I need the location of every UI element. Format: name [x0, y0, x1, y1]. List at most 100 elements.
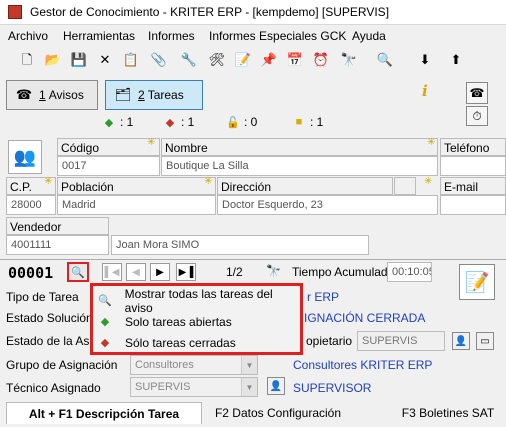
codigo-field[interactable]: 0017 — [57, 156, 160, 176]
tasks-icon: 🗂 — [114, 87, 132, 102]
nombre-field[interactable]: Boutique La Silla — [161, 156, 438, 176]
menu-item-show-all[interactable]: 🔍 Mostrar todas las tareas del aviso — [93, 287, 300, 315]
vendedor-label: Vendedor — [6, 217, 109, 235]
vendedor-name-field[interactable]: Joan Mora SIMO — [111, 235, 369, 255]
email-field[interactable] — [440, 195, 506, 215]
required-icon: ✳ — [424, 176, 433, 187]
menu-informes-especiales[interactable]: Informes Especiales GCK — [209, 29, 346, 43]
tipo-value: r ERP — [307, 290, 340, 304]
tab-avisos-number: 1 — [39, 88, 46, 102]
required-icon: ✳ — [147, 137, 156, 148]
grupo-label: Grupo de Asignación — [6, 358, 118, 372]
menu-item-closed-only[interactable]: ◆ Sólo tareas cerradas — [93, 332, 300, 353]
search-icon: 🔍 — [97, 295, 112, 307]
report-icon[interactable]: 📝 — [459, 264, 495, 300]
delete-icon[interactable]: ✕ — [96, 50, 114, 68]
lock-icon: 🔓 — [226, 116, 240, 129]
counter-open: ◆ : 1 — [102, 115, 134, 129]
menu-item-label: Sólo tareas cerradas — [125, 335, 236, 350]
next-record-button[interactable]: ▶ — [150, 263, 170, 281]
tiempo-field[interactable]: 00:10:05 — [387, 262, 432, 282]
menu-item-label: Mostrar todas las tareas del aviso — [124, 286, 273, 315]
search-icon[interactable]: 🔍 — [376, 50, 394, 68]
propietario-label: opietario — [306, 334, 353, 348]
grupo-select[interactable]: Consultores ▼ — [130, 355, 258, 375]
telefono-field[interactable] — [440, 156, 506, 176]
required-icon: ✳ — [204, 176, 213, 187]
phone-icon[interactable]: ☎ — [466, 82, 488, 104]
tab-descripcion[interactable]: Alt + F1 Descripción Tarea — [6, 402, 202, 424]
menu-informes[interactable]: Informes — [148, 29, 195, 43]
list-icon[interactable]: ▭ — [476, 332, 494, 350]
open-folder-icon[interactable]: 📂 — [44, 50, 62, 68]
prev-record-button[interactable]: ◀ — [126, 263, 146, 281]
task-filter-menu: 🔍 Mostrar todas las tareas del aviso ◆ S… — [90, 283, 303, 355]
green-task-icon: ◆ — [104, 116, 114, 129]
user-icon[interactable]: 👤 — [452, 332, 470, 350]
clock-icon[interactable]: ⏰ — [312, 50, 330, 68]
up-arrow-icon[interactable]: ⬆ — [447, 50, 465, 68]
chevron-down-icon: ▼ — [241, 356, 257, 374]
red-task-icon: ◆ — [100, 337, 110, 349]
tab-boletines[interactable]: F3 Boletines SAT — [390, 402, 506, 424]
email-label: E-mail — [440, 177, 506, 195]
tab-tareas-number: 2 — [138, 88, 145, 102]
propietario-field[interactable]: SUPERVIS — [357, 331, 445, 351]
note-icon[interactable]: 📝 — [234, 50, 252, 68]
save-icon[interactable]: 💾 — [70, 50, 88, 68]
poblacion-field[interactable]: Madrid — [57, 195, 216, 215]
attach2-icon[interactable]: 📌 — [260, 50, 278, 68]
toolbar: 🗋 📂 💾 ✕ 📋 📎 🔧 🛠 📝 📌 📅 ⏰ 🔭 🔍 ⬇ ⬆ — [0, 47, 506, 73]
timer-icon[interactable]: ⏱ — [466, 106, 488, 126]
vendedor-code-field[interactable]: 4001111 — [6, 235, 109, 255]
tools2-icon[interactable]: 🛠 — [208, 50, 226, 68]
copy-icon[interactable]: 📋 — [122, 50, 140, 68]
tecnico-select[interactable]: SUPERVIS ▼ — [130, 377, 258, 397]
direccion-extra — [394, 177, 416, 195]
down-arrow-icon[interactable]: ⬇ — [416, 50, 434, 68]
direccion-field[interactable]: Doctor Esquerdo, 23 — [217, 195, 438, 215]
green-task-icon: ◆ — [100, 316, 110, 328]
counter-value: : 1 — [120, 115, 134, 129]
tab-datos-configuracion[interactable]: F2 Datos Configuración — [203, 402, 353, 424]
last-record-button[interactable]: ▶▐ — [176, 263, 196, 281]
task-filter-button[interactable]: 🔍 — [67, 262, 89, 282]
tools-icon[interactable]: 🔧 — [180, 50, 198, 68]
binoculars-icon[interactable]: 🔭 — [266, 264, 281, 278]
new-icon[interactable]: 🗋 — [18, 50, 36, 68]
search-icon: 🔍 — [71, 266, 85, 279]
title-bar: Gestor de Conocimiento - KRITER ERP - [k… — [0, 0, 506, 25]
phone-icon: ☎ — [15, 87, 33, 102]
poblacion-label: Población — [57, 177, 216, 195]
telefono-label: Teléfono — [440, 138, 506, 156]
tab-tareas[interactable]: 🗂 2 Tareas — [105, 80, 203, 110]
bottom-tabs: Alt + F1 Descripción Tarea F2 Datos Conf… — [0, 402, 506, 427]
nombre-label: Nombre — [161, 138, 438, 156]
first-record-button[interactable]: ▌◀ — [102, 263, 122, 281]
tab-tareas-label: Tareas — [147, 88, 184, 102]
menu-herramientas[interactable]: Herramientas — [63, 29, 135, 43]
tipo-label: Tipo de Tarea — [6, 290, 79, 304]
separator — [0, 259, 506, 260]
tecnico-value: SUPERVISOR — [293, 381, 372, 395]
calendar-icon[interactable]: 📅 — [286, 50, 304, 68]
customer-avatar-icon[interactable]: 👥 — [8, 140, 42, 174]
tab-avisos-label: Avisos — [48, 88, 84, 102]
grupo-select-value: Consultores — [135, 359, 194, 371]
user-icon[interactable]: 👤 — [267, 377, 285, 395]
tecnico-label: Técnico Asignado — [6, 381, 101, 395]
info-icon[interactable]: i — [422, 82, 428, 100]
tab-avisos[interactable]: ☎ 1 Avisos — [6, 80, 98, 110]
page-indicator: 1/2 — [226, 265, 243, 279]
counter-value: : 0 — [244, 115, 258, 129]
binoculars-icon[interactable]: 🔭 — [340, 50, 358, 68]
direccion-label: Dirección — [217, 177, 393, 195]
counter-value: : 1 — [310, 115, 324, 129]
attach-icon[interactable]: 📎 — [150, 50, 168, 68]
counters: ◆ : 1 ◆ : 1 🔓 : 0 ■ : 1 — [0, 115, 400, 133]
menu-ayuda[interactable]: Ayuda — [352, 29, 386, 43]
task-number: 00001 — [8, 264, 54, 282]
cp-field[interactable]: 28000 — [6, 195, 56, 215]
menu-archivo[interactable]: Archivo — [8, 29, 48, 43]
counter-notes: ■ : 1 — [292, 115, 324, 129]
